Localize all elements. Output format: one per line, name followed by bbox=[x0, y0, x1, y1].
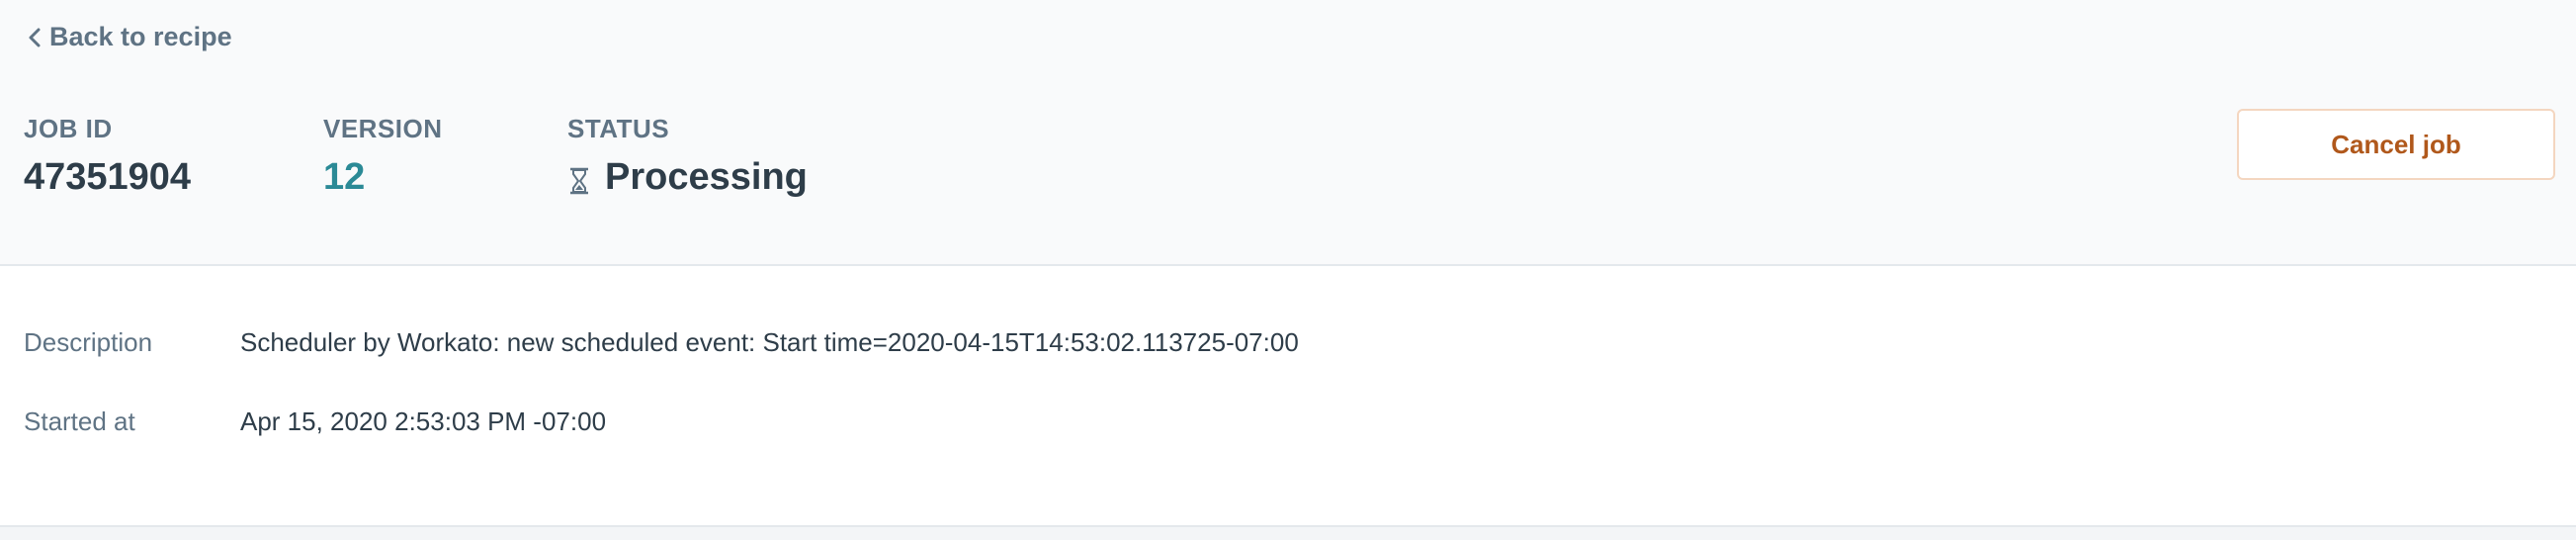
version-link[interactable]: 12 bbox=[323, 155, 443, 199]
description-value: Scheduler by Workato: new scheduled even… bbox=[240, 327, 1299, 357]
job-header: Back to recipe JOB ID 47351904 VERSION 1… bbox=[0, 0, 2576, 266]
back-link-label: Back to recipe bbox=[49, 22, 232, 51]
chevron-left-icon bbox=[24, 23, 45, 52]
version-label: VERSION bbox=[323, 114, 443, 143]
description-label: Description bbox=[24, 327, 153, 357]
job-details: Description Scheduler by Workato: new sc… bbox=[0, 266, 2576, 527]
job-id-label: JOB ID bbox=[24, 114, 113, 143]
footer-strip bbox=[0, 527, 2576, 540]
started-at-label: Started at bbox=[24, 406, 135, 436]
cancel-job-button[interactable]: Cancel job bbox=[2237, 109, 2555, 180]
job-id-value: 47351904 bbox=[24, 156, 192, 198]
version-block: VERSION 12 bbox=[323, 114, 443, 199]
hourglass-icon bbox=[567, 162, 591, 195]
status-label: STATUS bbox=[567, 114, 670, 143]
job-id-block: JOB ID 47351904 bbox=[24, 114, 191, 199]
status-block: STATUS Processing bbox=[567, 114, 808, 199]
status-value: Processing bbox=[567, 155, 808, 199]
status-text: Processing bbox=[605, 156, 808, 198]
started-at-value: Apr 15, 2020 2:53:03 PM -07:00 bbox=[240, 406, 607, 436]
back-to-recipe-link[interactable]: Back to recipe bbox=[24, 22, 232, 52]
